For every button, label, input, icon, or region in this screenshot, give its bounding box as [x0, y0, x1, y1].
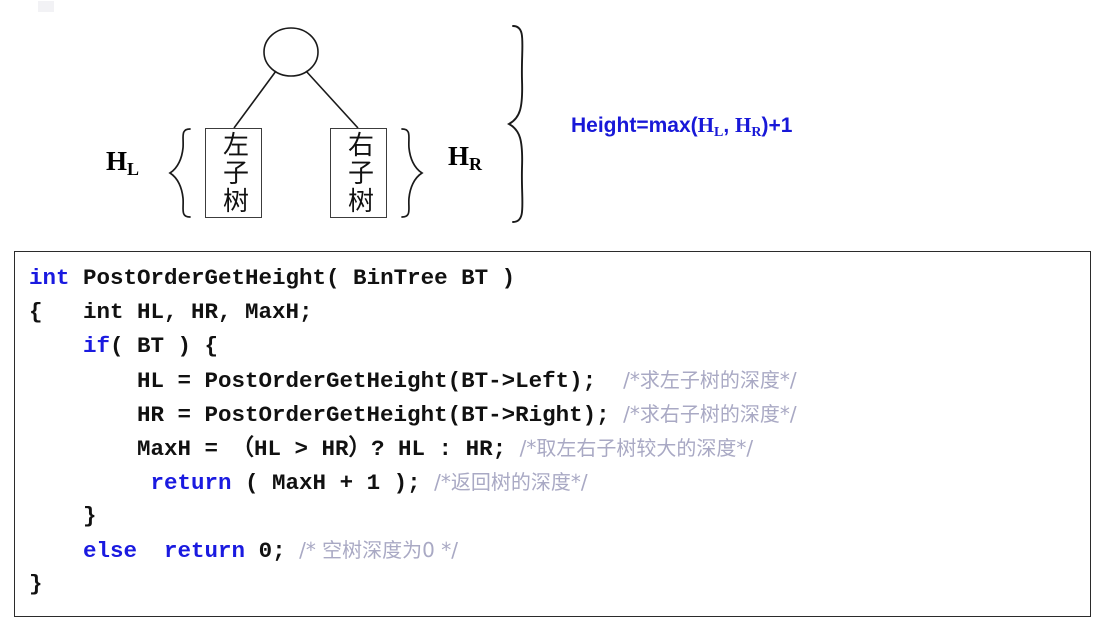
- code-text: ( BT ) {: [110, 333, 219, 359]
- code-line: }: [29, 499, 1090, 533]
- code-comment: /*求右子树的深度*/: [623, 402, 797, 426]
- height-left-label: HL: [106, 146, 140, 179]
- code-text: PostOrderGetHeight( BinTree BT ): [69, 265, 516, 291]
- height-right-label: HR: [448, 141, 483, 174]
- code-comment: /* 空树深度为0 */: [299, 538, 458, 562]
- code-line: if( BT ) {: [29, 329, 1090, 363]
- code-text: }: [29, 503, 97, 529]
- code-keyword: else: [83, 538, 138, 564]
- right-subtree-label: 右子树: [343, 131, 374, 215]
- formula-h2-subscript: R: [751, 125, 762, 140]
- code-comment: /*求左子树的深度*/: [623, 368, 797, 392]
- formula-h2-base: H: [734, 113, 752, 137]
- code-line: HR = PostOrderGetHeight(BT->Right); /*求右…: [29, 397, 1090, 431]
- edge-to-left-subtree: [233, 70, 277, 129]
- formula-h1-subscript: L: [713, 125, 724, 140]
- code-text: ( MaxH + 1 );: [231, 470, 435, 496]
- height-right-subscript: R: [469, 154, 483, 174]
- code-comment: /*取左右子树较大的深度*/: [519, 436, 754, 460]
- code-keyword: if: [83, 333, 111, 359]
- code-keyword: return: [164, 538, 246, 564]
- tree-diagram-svg: [168, 25, 524, 223]
- height-right-base: H: [448, 141, 470, 171]
- code-text: HR = PostOrderGetHeight(BT->Right);: [29, 402, 624, 428]
- code-text: MaxH = （HL > HR）? HL : HR;: [29, 436, 520, 462]
- code-line: MaxH = （HL > HR）? HL : HR; /*取左右子树较大的深度*…: [29, 431, 1090, 465]
- edge-to-right-subtree: [305, 70, 359, 129]
- left-subtree-brace: [168, 128, 191, 218]
- right-subtree-brace: [401, 128, 424, 218]
- root-node-circle: [263, 27, 319, 77]
- code-comment: /*返回树的深度*/: [434, 470, 588, 494]
- code-listing-box: int PostOrderGetHeight( BinTree BT ) { in…: [14, 251, 1091, 617]
- code-keyword: int: [29, 265, 70, 291]
- right-subtree-box: 右子树: [330, 128, 387, 218]
- height-left-subscript: L: [127, 159, 140, 179]
- code-line: int PostOrderGetHeight( BinTree BT ): [29, 261, 1090, 295]
- formula-separator: ,: [723, 114, 735, 137]
- code-lines-container: int PostOrderGetHeight( BinTree BT ) { in…: [29, 261, 1090, 601]
- code-text: HL = PostOrderGetHeight(BT->Left);: [29, 368, 624, 394]
- left-subtree-label: 左子树: [218, 131, 249, 215]
- height-formula: Height=max(HL, HR)+1: [571, 115, 792, 140]
- code-line: { int HL, HR, MaxH;: [29, 295, 1090, 329]
- code-line: }: [29, 567, 1090, 601]
- code-text: { int HL, HR, MaxH;: [29, 299, 313, 325]
- left-subtree-box: 左子树: [205, 128, 262, 218]
- code-keyword: return: [150, 470, 232, 496]
- whole-tree-brace: [507, 25, 524, 223]
- code-line: else return 0; /* 空树深度为0 */: [29, 533, 1090, 567]
- code-line: HL = PostOrderGetHeight(BT->Left); /*求左子…: [29, 363, 1090, 397]
- formula-h1-base: H: [697, 113, 714, 137]
- height-left-base: H: [106, 146, 128, 176]
- code-text: }: [29, 571, 43, 597]
- formula-suffix: )+1: [761, 114, 793, 137]
- formula-prefix: Height=max(: [571, 114, 698, 137]
- code-line: return ( MaxH + 1 ); /*返回树的深度*/: [29, 465, 1090, 499]
- binary-tree-height-diagram: 左子树 右子树 HL HR Height=max(HL, HR)+1: [0, 0, 1110, 245]
- code-text: 0;: [245, 538, 300, 564]
